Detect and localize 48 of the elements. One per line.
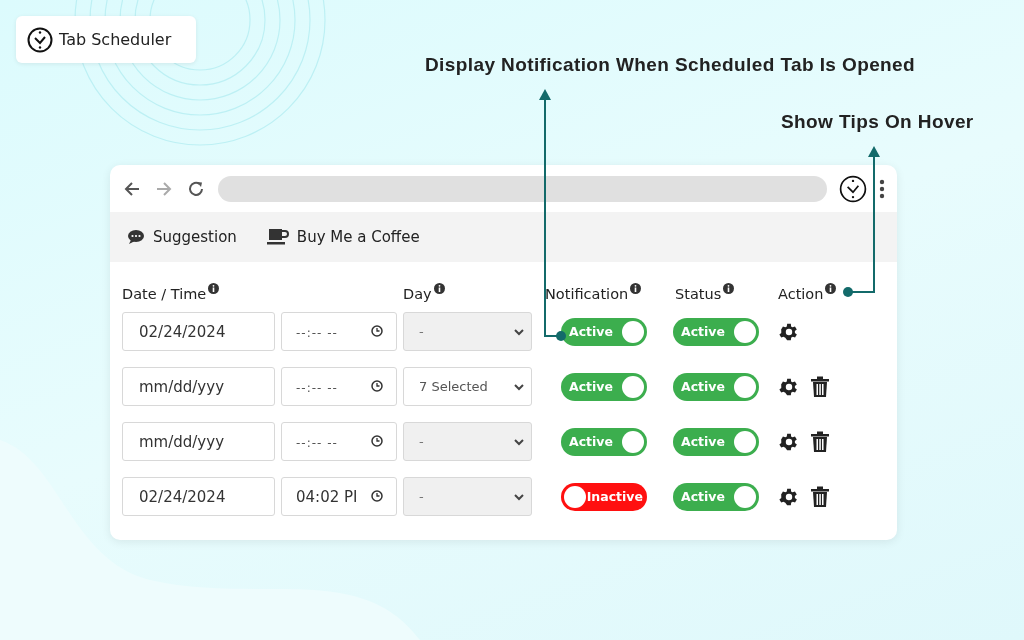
status-toggle[interactable]: Active	[673, 372, 759, 401]
clock-icon	[371, 435, 383, 447]
notification-toggle[interactable]: Active	[561, 317, 647, 346]
callout-text: Show Tips On Hover	[781, 111, 974, 133]
clock-icon	[371, 325, 383, 337]
trash-icon[interactable]	[810, 430, 830, 453]
coffee-cup-icon	[266, 228, 289, 246]
chevron-icon	[513, 492, 525, 501]
time-field[interactable]: --:-- --	[281, 367, 397, 406]
menu-link[interactable]: Buy Me a Coffee	[266, 228, 420, 246]
status-toggle[interactable]: Active	[673, 482, 759, 511]
menu-link[interactable]: Suggestion	[127, 228, 237, 246]
status-toggle[interactable]: Active	[673, 317, 759, 346]
info-icon[interactable]	[208, 283, 220, 294]
app-title: Tab Scheduler	[59, 30, 172, 49]
date-field[interactable]: 02/24/2024	[122, 312, 275, 351]
callout-text: Display Notification When Scheduled Tab Is Opened	[425, 54, 916, 76]
clock-icon[interactable]	[839, 174, 867, 203]
status-toggle[interactable]: Active	[673, 427, 759, 456]
info-icon[interactable]	[723, 283, 735, 294]
info-icon[interactable]	[630, 283, 642, 294]
column-header: Date / Time	[122, 286, 207, 302]
clock-icon	[371, 380, 383, 392]
chevron-icon	[513, 327, 525, 336]
date-field[interactable]: 02/24/2024	[122, 477, 275, 516]
clock-icon	[27, 26, 53, 53]
chevron-icon	[513, 382, 525, 391]
notification-toggle[interactable]: Active	[561, 372, 647, 401]
column-header: Action	[778, 286, 824, 302]
date-field[interactable]: mm/dd/yyy	[122, 422, 275, 461]
info-icon[interactable]	[825, 283, 837, 294]
info-icon[interactable]	[433, 283, 445, 294]
trash-icon[interactable]	[810, 375, 830, 398]
column-header: Day	[403, 286, 432, 302]
chat-icon	[127, 229, 145, 245]
menu-icon[interactable]	[879, 178, 885, 199]
clock-icon	[371, 490, 383, 502]
notification-toggle[interactable]: Inactive	[561, 482, 647, 511]
time-field[interactable]: --:-- --	[281, 422, 397, 461]
day-select[interactable]: 7 Selected	[403, 367, 532, 406]
time-field[interactable]: --:-- --	[281, 312, 397, 351]
column-header: Notification	[545, 286, 629, 302]
column-header: Status	[675, 286, 722, 302]
chevron-icon	[513, 437, 525, 446]
trash-icon[interactable]	[810, 485, 830, 508]
time-field[interactable]: 04:02 PI	[281, 477, 397, 516]
date-field[interactable]: mm/dd/yyy	[122, 367, 275, 406]
notification-toggle[interactable]: Active	[561, 427, 647, 456]
